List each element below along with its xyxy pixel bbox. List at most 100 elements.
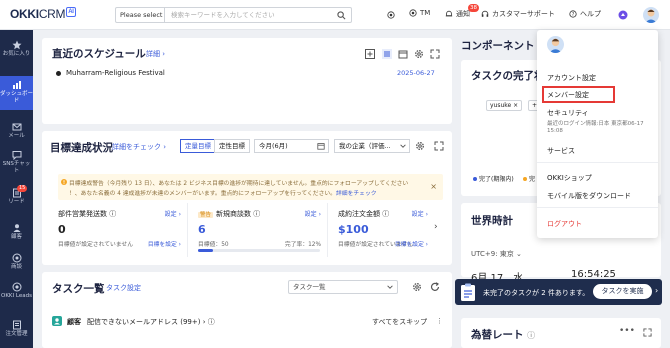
exchange-rate-title: 為替レート ⓘ [471,329,536,341]
sidebar-item-customers[interactable]: 顧客 [0,223,33,241]
event-bullet [56,71,61,76]
security-item[interactable]: セキュリティ [547,108,589,118]
task-settings-link[interactable]: タスク設定 [106,283,141,293]
metric-value: 0 [58,223,66,236]
metric-setting-link[interactable]: 設定 › [165,209,181,218]
progress-fill [198,249,213,252]
search-scope-select[interactable]: Please select [116,8,165,22]
okki-leads-icon [12,282,21,292]
chevron-down-icon [400,144,406,148]
calendar-icon [317,143,325,150]
more-icon[interactable]: ••• [619,326,635,336]
member-settings-item[interactable]: メンバー設定 [542,86,615,103]
menu-divider [537,162,658,163]
month-select[interactable]: 今月(6月) [254,139,329,153]
legend-other: 完 [523,174,535,183]
set-goal-link[interactable]: 目標を設定 › [395,239,428,248]
last-login-time: 15:08 [547,128,563,134]
account-settings-item[interactable]: アカウント設定 [547,73,596,83]
metric-note: 目標値：50 [198,242,229,248]
okki-crm-logo[interactable]: OKKICRM AI [10,7,76,21]
toast-next-arrow[interactable]: › [655,286,658,295]
settings-gear-icon[interactable] [414,49,424,59]
help-button[interactable]: ? ヘルプ [569,9,601,19]
sidebar-item-orders[interactable]: 注文管理 [0,320,33,338]
warning-detail-link[interactable]: 詳細をチェック [336,191,377,197]
mobile-download-item[interactable]: モバイル版をダウンロード [547,191,631,201]
schedule-detail-link[interactable]: 詳細 › [146,49,165,59]
sidebar-item-leads[interactable]: リード 15 [0,185,33,206]
refresh-icon[interactable] [430,282,440,292]
notification-button[interactable]: 通知 [445,9,470,19]
user-avatar[interactable] [643,7,659,23]
chevron-down-icon [387,285,393,289]
expand-icon[interactable] [430,49,440,59]
leads-count-badge: 15 [17,185,28,192]
expand-icon[interactable] [643,328,652,337]
list-view-icon[interactable] [382,49,392,59]
timezone-select[interactable]: UTC+9: 東京 ⌄ [471,249,522,259]
notification-count-badge: 38 [468,4,479,12]
customer-icon [52,316,62,326]
progress-track [198,249,320,252]
metric-title: 部件営業発送数 ⓘ [58,210,117,218]
metric-setting-link[interactable]: 設定 › [305,209,321,218]
customer-support-button[interactable]: カスタマーサポート [481,9,555,19]
schedule-event[interactable]: Muharram-Religious Festival [66,69,165,77]
do-task-button[interactable]: タスクを実施 [593,284,652,299]
tm-icon [409,9,417,17]
company-select[interactable]: 我の企業（評価... [334,139,410,153]
world-clock-title: 世界時計 [471,215,513,227]
more-options-icon[interactable]: ⋮ [436,317,443,325]
expand-icon[interactable] [434,141,444,151]
logout-item[interactable]: ログアウト [547,219,582,229]
user-avatar-icon [549,38,562,53]
schedule-card: 直近のスケジュール 詳細 › Muharram-Religious Festiv… [42,38,452,124]
exchange-rate-card: 為替レート ⓘ ••• [461,318,661,348]
calendar-icon[interactable] [398,49,408,59]
search-icon[interactable] [337,11,346,20]
tab-quantitative-goals[interactable]: 定量目標 [180,139,216,153]
toast-message: 未完了のタスクが 2 件あります。 [483,289,590,297]
okki-shop-item[interactable]: OKKIショップ [547,173,592,183]
completion-rate: 完了率：12% [284,242,321,248]
task-type-select[interactable]: タスク一覧 [288,280,398,294]
legend-done: 完了(期限内) [473,174,514,183]
metrics-next-arrow[interactable]: › [434,222,438,232]
user-filter-tag[interactable]: yusuke × [486,100,523,111]
skip-all-button[interactable]: すべてをスキップ [372,317,427,327]
record-icon[interactable] [387,11,395,19]
task-completion-title: タスクの完了状 [471,70,545,82]
close-icon[interactable]: × [430,182,437,191]
undeliverable-email-row[interactable]: 配信できないメールアドレス (99+) › ⓘ [87,317,215,327]
metric-note: 目標値が設定されていません [58,242,134,248]
clipboard-icon [461,283,475,301]
last-login-info: 最近のログイン情報:日本 東京都06-17 [547,121,644,127]
sidebar-item-favorites[interactable]: お気に入り [0,40,33,58]
service-item[interactable]: サービス [547,146,575,156]
set-goal-link[interactable]: 目標を設定 › [148,239,181,248]
sidebar-item-okki-leads[interactable]: OKKI Leads [0,282,33,300]
tab-qualitative-goals[interactable]: 定性目標 [214,139,250,153]
metric-setting-link[interactable]: 設定 › [412,209,428,218]
sidebar-item-mail[interactable]: メール [0,122,33,140]
settings-gear-icon[interactable] [415,141,425,151]
add-icon[interactable] [365,49,375,59]
app-launcher-icon[interactable] [618,10,628,20]
search-input[interactable]: 検索キーワードを入力してください [171,8,275,22]
settings-gear-icon[interactable] [412,282,422,292]
info-icon: ⓘ [527,331,536,340]
menu-divider [537,207,658,208]
sidebar-item-sns-chat[interactable]: SNSチャット [0,150,33,175]
tm-button[interactable]: TM [409,9,430,17]
task-list-card: タスク一覧 タスク設定 タスク一覧 顧客 配信できないメールアドレス (99+)… [42,272,452,348]
user-avatar-icon [645,9,657,23]
components-title: コンポーネント [461,40,535,52]
sidebar-item-deals[interactable]: 商談 [0,253,33,271]
goal-warning-banner: 目標達成警告（今月残り 13 日）、あなたは 2 ビジネス目標の進捗が期待に達し… [58,174,443,200]
star-icon [12,40,21,50]
dashboard-icon [12,81,21,89]
goals-detail-link[interactable]: 詳細をチェック › [112,142,166,152]
sidebar-item-dashboard[interactable]: ダッシュボード [0,76,33,110]
customers-icon [13,224,20,232]
